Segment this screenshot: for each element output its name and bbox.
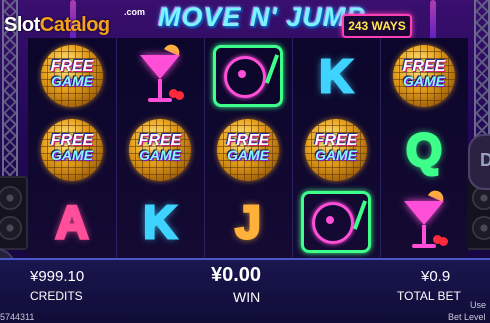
- free-game-symbol: FREE GAME: [314, 132, 358, 163]
- win-label: WIN: [233, 289, 261, 305]
- side-menu-glyph: D: [480, 150, 490, 170]
- total-bet-value: ¥0.9: [421, 268, 451, 285]
- credits-label: CREDITS: [30, 289, 83, 303]
- bottom-bar: ¥999.10 CREDITS ¥0.00 WIN ¥0.9 TOTAL BET…: [0, 258, 490, 323]
- letter-q-symbol: Q: [405, 123, 444, 178]
- stage-light: [430, 0, 436, 40]
- watermark-brand-white: Slot: [4, 14, 40, 36]
- total-bet-label: TOTAL BET: [397, 289, 461, 303]
- free-game-symbol: FREE GAME: [402, 58, 446, 89]
- reel-2-symbol-1: [118, 40, 202, 112]
- reel-2-symbol-2: FREE GAME: [118, 114, 202, 186]
- reel-4-symbol-3: [294, 186, 378, 258]
- disco-ball-icon: FREE GAME: [305, 119, 367, 181]
- game-logo: MOVE N' JUMP: [158, 2, 366, 32]
- reel-4-symbol-1: K: [294, 40, 378, 112]
- game-screen: SlotCatalog .com MOVE N' JUMP 243 WAYS F…: [0, 0, 490, 323]
- side-menu-button[interactable]: D: [468, 134, 490, 190]
- cocktail-icon: [135, 41, 185, 107]
- bet-level-label: Bet Level: [448, 312, 486, 322]
- free-game-symbol: FREE GAME: [226, 132, 270, 163]
- reel-1-symbol-2: FREE GAME: [30, 114, 114, 186]
- letter-k-symbol: K: [142, 195, 178, 250]
- letter-a-symbol: A: [54, 195, 90, 250]
- reel-2-symbol-3: K: [118, 186, 202, 258]
- free-game-symbol: FREE GAME: [138, 132, 182, 163]
- turntable-icon: [213, 45, 283, 107]
- reel-3-symbol-3: J: [206, 186, 290, 258]
- watermark-suffix: .com: [124, 7, 146, 17]
- disco-ball-icon: FREE GAME: [41, 45, 103, 107]
- watermark-brand-orange: Catalog: [39, 14, 110, 36]
- win-value: ¥0.00: [211, 264, 262, 286]
- reel-5-symbol-2: Q: [382, 114, 466, 186]
- reel-1-symbol-1: FREE GAME: [30, 40, 114, 112]
- corner-text: Use: [470, 300, 487, 310]
- reel-3-symbol-2: FREE GAME: [206, 114, 290, 186]
- disco-ball-icon: FREE GAME: [393, 45, 455, 107]
- disco-ball-icon: FREE GAME: [129, 119, 191, 181]
- session-id: 5744311: [0, 312, 35, 322]
- watermark-logo: SlotCatalog: [4, 14, 110, 37]
- cocktail-icon: [399, 187, 449, 253]
- credits-value: ¥999.10: [30, 268, 85, 285]
- disco-ball-icon: FREE GAME: [217, 119, 279, 181]
- reel-4-symbol-2: FREE GAME: [294, 114, 378, 186]
- reel-5-symbol-1: FREE GAME: [382, 40, 466, 112]
- letter-j-symbol: J: [234, 195, 263, 250]
- disco-ball-icon: FREE GAME: [41, 119, 103, 181]
- reel-5-symbol-3: [382, 186, 466, 258]
- free-game-symbol: FREE GAME: [50, 58, 94, 89]
- reel-grid: FREE GAME FREE GAME A FREE GAME K FREE G…: [28, 38, 468, 260]
- turntable-icon: [301, 191, 371, 253]
- left-speaker: [0, 176, 28, 250]
- reel-1-symbol-3: A: [30, 186, 114, 258]
- free-game-symbol: FREE GAME: [50, 132, 94, 163]
- reel-3-symbol-1: [206, 40, 290, 112]
- letter-k-symbol: K: [318, 49, 354, 104]
- ways-badge: 243 WAYS: [342, 14, 412, 38]
